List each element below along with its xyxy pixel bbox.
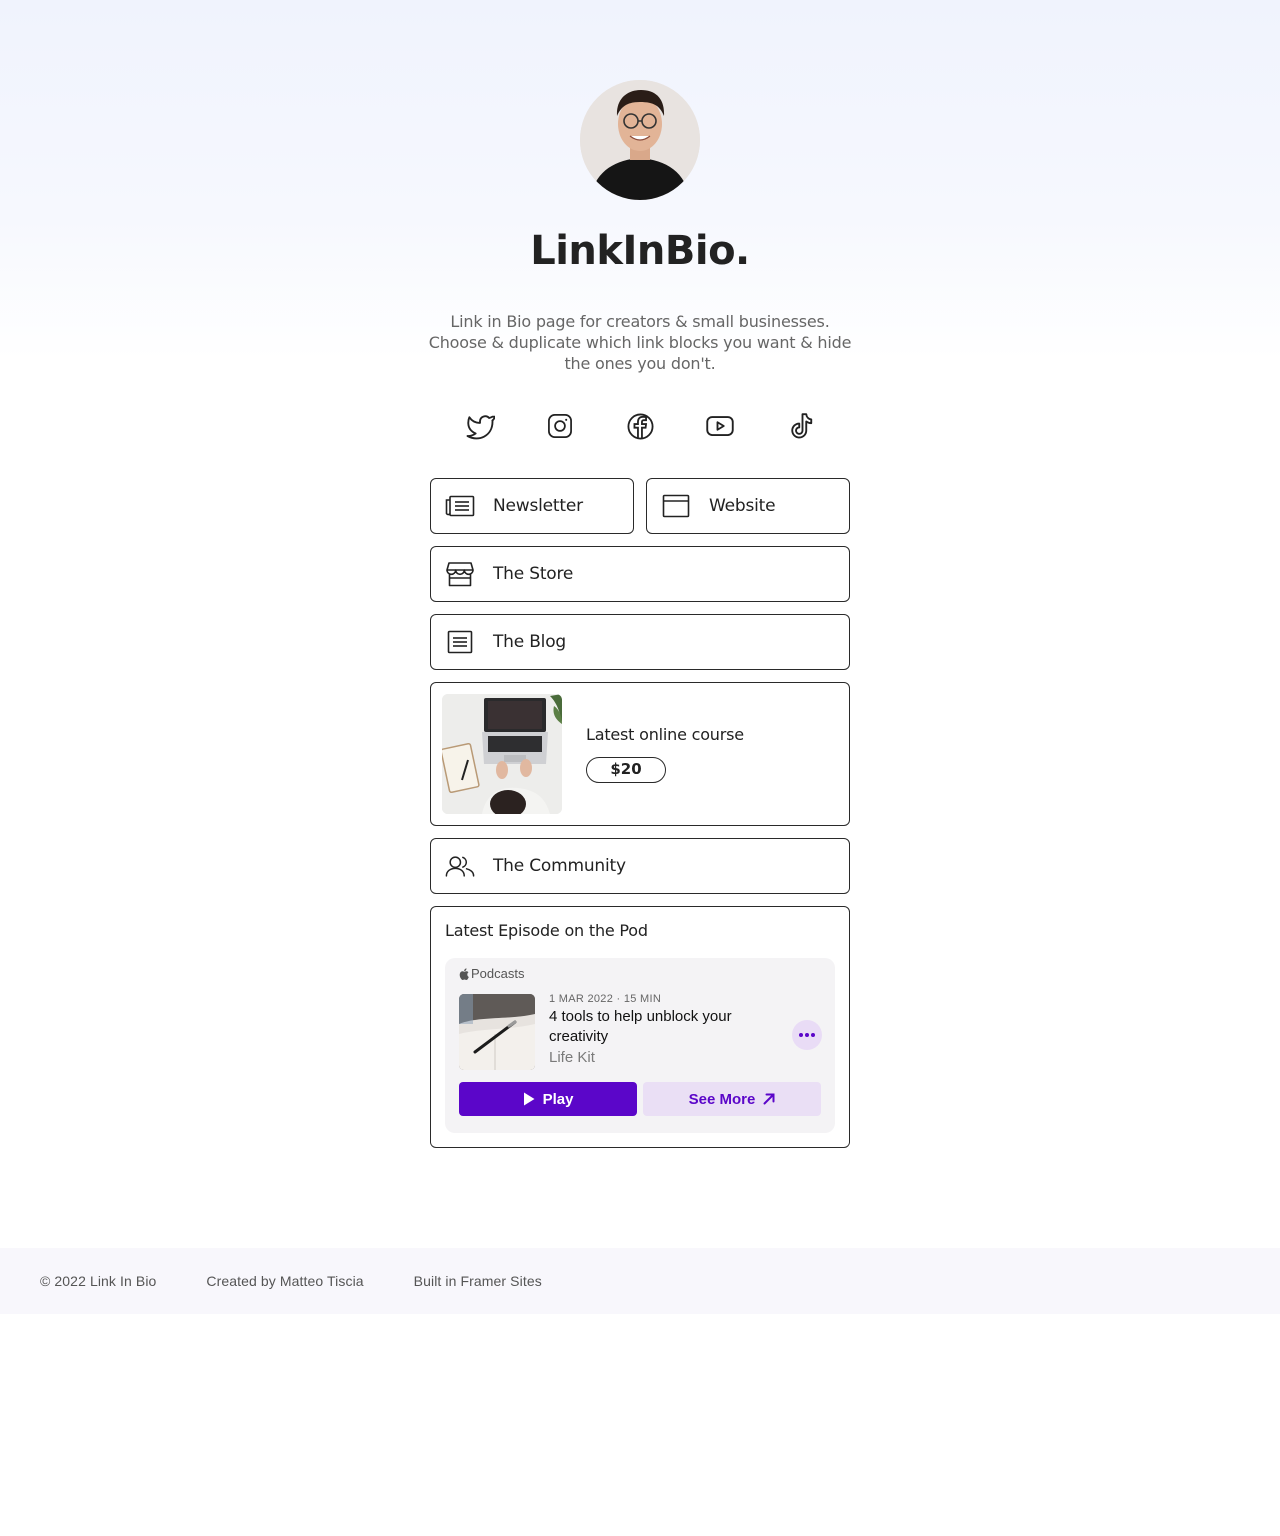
- social-links: [460, 406, 820, 446]
- course-image: [442, 694, 562, 814]
- storefront-icon: [445, 559, 475, 589]
- podcast-heading: Latest Episode on the Pod: [445, 921, 648, 940]
- play-icon: [523, 1092, 535, 1106]
- newspaper-icon: [445, 491, 475, 521]
- twitter-icon[interactable]: [460, 406, 500, 446]
- browser-window-icon: [661, 491, 691, 521]
- avatar: [580, 80, 700, 200]
- footer: © 2022 Link In Bio Created by Matteo Tis…: [0, 1248, 1280, 1314]
- bio-line: Choose & duplicate which link blocks you…: [428, 333, 852, 352]
- course-card[interactable]: Latest online course $20: [430, 682, 850, 826]
- show-name[interactable]: Life Kit: [549, 1049, 595, 1066]
- users-icon: [445, 851, 475, 881]
- footer-built-in-link[interactable]: Built in Framer Sites: [414, 1273, 542, 1289]
- play-label: Play: [542, 1090, 574, 1108]
- podcast-embed: Podcasts 1 MAR 2022 · 15 MIN 4 tools to …: [445, 958, 835, 1133]
- see-more-button[interactable]: See More: [643, 1082, 821, 1116]
- price-badge: $20: [586, 757, 666, 783]
- community-label: The Community: [493, 856, 626, 876]
- facebook-icon[interactable]: [620, 406, 660, 446]
- apple-icon: [459, 967, 469, 980]
- store-link[interactable]: The Store: [430, 546, 850, 602]
- bio-line: Link in Bio page for creators & small bu…: [450, 312, 830, 331]
- community-link[interactable]: The Community: [430, 838, 850, 894]
- footer-created-by-link[interactable]: Created by Matteo Tiscia: [206, 1273, 363, 1289]
- bio-text: Link in Bio page for creators & small bu…: [420, 311, 860, 374]
- ellipsis-icon: [799, 1033, 815, 1037]
- episode-title[interactable]: 4 tools to help unblock your creativity: [549, 1007, 779, 1047]
- podcast-brand: Podcasts: [459, 966, 524, 981]
- see-more-label: See More: [688, 1090, 756, 1108]
- arrow-up-right-icon: [763, 1093, 775, 1105]
- newsletter-link[interactable]: Newsletter: [430, 478, 634, 534]
- bio-line: the ones you don't.: [564, 354, 716, 373]
- instagram-icon[interactable]: [540, 406, 580, 446]
- episode-meta: 1 MAR 2022 · 15 MIN: [549, 993, 662, 1005]
- website-link[interactable]: Website: [646, 478, 850, 534]
- website-label: Website: [709, 496, 776, 516]
- podcast-brand-label: Podcasts: [471, 966, 525, 981]
- youtube-icon[interactable]: [700, 406, 740, 446]
- page-title: LinkInBio.: [530, 228, 750, 274]
- tiktok-icon[interactable]: [780, 406, 820, 446]
- document-lines-icon: [445, 627, 475, 657]
- podcast-card: Latest Episode on the Pod Podcasts 1 MAR…: [430, 906, 850, 1148]
- episode-artwork: [459, 994, 535, 1070]
- course-title: Latest online course: [586, 725, 744, 744]
- more-options-button[interactable]: [792, 1020, 822, 1050]
- store-label: The Store: [493, 564, 574, 584]
- footer-copyright: © 2022 Link In Bio: [40, 1273, 157, 1289]
- blog-link[interactable]: The Blog: [430, 614, 850, 670]
- newsletter-label: Newsletter: [493, 496, 583, 516]
- play-button[interactable]: Play: [459, 1082, 637, 1116]
- blog-label: The Blog: [493, 632, 566, 652]
